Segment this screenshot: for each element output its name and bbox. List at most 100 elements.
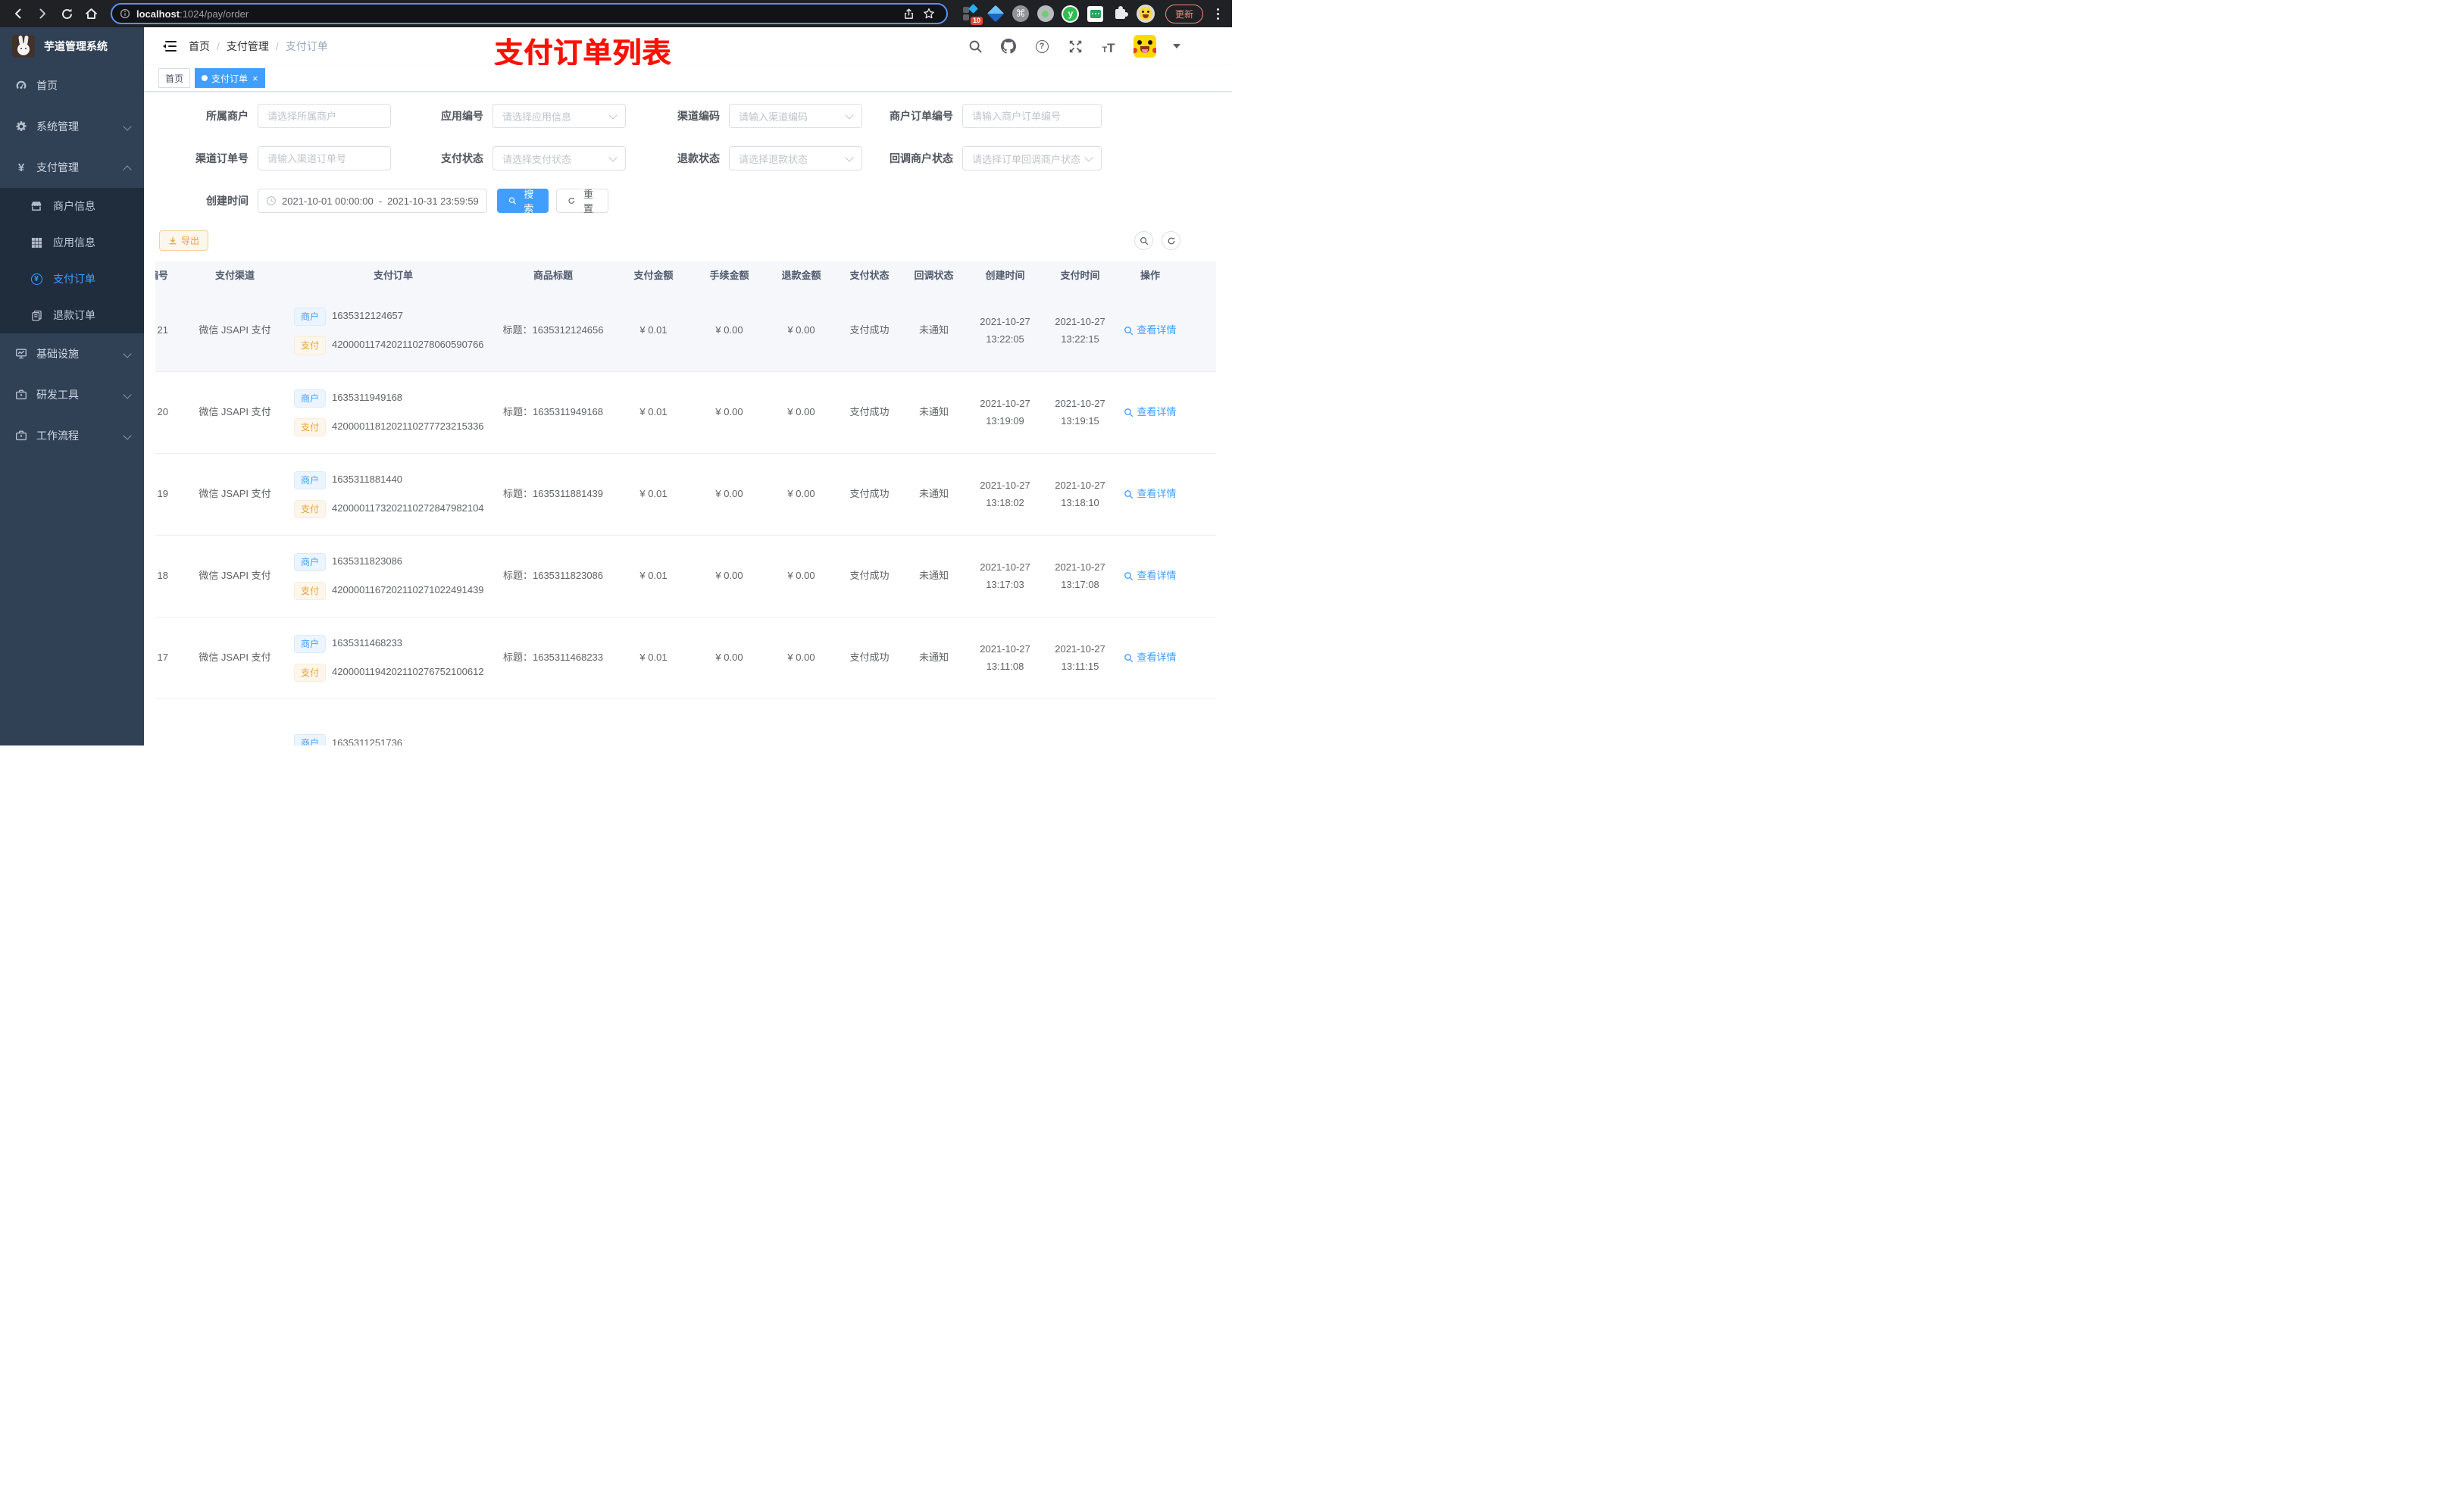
cell-fee: ¥ 0.00 [715, 406, 743, 418]
back-icon[interactable] [8, 3, 29, 24]
view-detail-link[interactable]: 查看详情 [1124, 567, 1177, 584]
sidebar-item-infrastructure[interactable]: 基础设施 [0, 333, 144, 374]
sidebar-item-workflow[interactable]: 工作流程 [0, 415, 144, 456]
sidebar-item-label: 商户信息 [53, 200, 95, 212]
date-separator: - [378, 195, 383, 207]
date-range-picker[interactable]: 2021-10-01 00:00:00 - 2021-10-31 23:59:5… [258, 189, 487, 213]
home-icon[interactable] [80, 3, 102, 24]
chevron-down-icon [123, 431, 132, 440]
bookmark-star-icon[interactable] [919, 4, 939, 23]
browser-menu-icon[interactable] [1211, 3, 1224, 24]
table-row[interactable]: 21 微信 JSAPI 支付 商户 1635312124657 支付 4200001… [155, 290, 1216, 372]
search-icon [1124, 408, 1134, 417]
url-path: :1024/pay/order [180, 8, 249, 20]
share-icon[interactable] [899, 4, 919, 23]
sidebar-item-payment[interactable]: ¥ 支付管理 [0, 147, 144, 188]
table-row[interactable]: 18 微信 JSAPI 支付 商户 1635311823086 支付 4200001… [155, 536, 1216, 617]
sidebar-item-refund-order[interactable]: 退款订单 [0, 297, 144, 333]
github-icon[interactable] [1000, 38, 1017, 55]
sidebar-item-label: 应用信息 [53, 236, 95, 248]
col-order: 支付订单 [373, 269, 413, 281]
refund-status-select[interactable]: 请选择退款状态 [729, 146, 862, 170]
chevron-down-icon [123, 349, 132, 358]
cell-action: 查看详情 [1116, 567, 1184, 584]
cell-amount: ¥ 0.01 [639, 570, 668, 582]
sidebar-item-pay-order[interactable]: ¥ 支付订单 [0, 261, 144, 297]
fullscreen-icon[interactable] [1067, 38, 1083, 55]
view-detail-link[interactable]: 查看详情 [1124, 404, 1177, 420]
toggle-search-button[interactable] [1134, 231, 1153, 250]
channel-code-select[interactable]: 请输入渠道编码 [729, 104, 862, 128]
export-button[interactable]: 导出 [159, 230, 209, 251]
pay-status-select[interactable]: 请选择支付状态 [492, 146, 626, 170]
url-text: localhost:1024/pay/order [136, 8, 899, 20]
merchant-input-field[interactable] [267, 110, 381, 122]
logo[interactable]: 芋道管理系统 [0, 27, 144, 65]
font-size-icon[interactable]: TT [1100, 38, 1117, 55]
browser-update-button[interactable]: 更新 [1165, 4, 1203, 23]
sidebar-item-devtools[interactable]: 研发工具 [0, 374, 144, 415]
tag-close-icon[interactable]: × [252, 73, 258, 83]
view-detail-link[interactable]: 查看详情 [1124, 486, 1177, 502]
merchant-order-no-input[interactable] [962, 104, 1102, 128]
extension-badge: 10 [970, 17, 983, 25]
tag-pay-order[interactable]: 支付订单 × [195, 68, 265, 88]
extension-y-icon[interactable]: y [1062, 5, 1080, 23]
reset-button[interactable]: 重置 [556, 189, 609, 214]
avatar[interactable] [1134, 35, 1156, 58]
merchant-input[interactable] [258, 104, 391, 128]
app-select[interactable]: 请选择应用信息 [492, 104, 626, 128]
search-icon[interactable] [967, 38, 983, 55]
table-row[interactable]: 17 微信 JSAPI 支付 商户 1635311468233 支付 4200001… [155, 617, 1216, 699]
extension-kite-icon[interactable] [987, 5, 1005, 23]
cell-order: 商户 1635311468233 支付 4200001194202110276752… [288, 634, 492, 682]
sidebar-item-home[interactable]: 首页 [0, 65, 144, 106]
table-row[interactable]: 19 微信 JSAPI 支付 商户 1635311881440 支付 4200001… [155, 454, 1216, 536]
pay-tag: 支付 [294, 336, 327, 355]
extension-puzzle-icon[interactable] [1112, 5, 1130, 23]
callback-status-select[interactable]: 请选择订单回调商户状态 [962, 146, 1102, 170]
cell-id: 19 [157, 488, 168, 500]
chevron-down-icon [845, 152, 854, 162]
channel-order-no-field[interactable] [267, 152, 381, 164]
gear-icon [15, 120, 27, 133]
cell-amount: ¥ 0.01 [639, 324, 668, 336]
grid-icon [30, 236, 42, 248]
help-icon[interactable]: ? [1033, 38, 1050, 55]
pay-order-no: 4200001181202110277723215336 [332, 420, 484, 433]
extension-layers-icon[interactable]: 10 [962, 4, 983, 25]
chevron-down-icon [123, 390, 132, 399]
breadcrumb-payment[interactable]: 支付管理 [227, 39, 269, 54]
extension-record-icon[interactable] [1037, 5, 1055, 23]
site-info-icon[interactable] [120, 8, 130, 19]
search-button[interactable]: 搜索 [496, 189, 549, 214]
active-dot [202, 75, 208, 81]
avatar-caret-icon[interactable] [1173, 44, 1180, 48]
url-bar[interactable]: localhost:1024/pay/order [111, 3, 948, 24]
sidebar-item-merchant-info[interactable]: 商户信息 [0, 188, 144, 224]
content: 所属商户 应用编号 请选择应用信息 渠道编码 请输入渠道编码 商户订单编号 [144, 91, 1232, 746]
sidebar-item-app-info[interactable]: 应用信息 [0, 224, 144, 261]
breadcrumb-home[interactable]: 首页 [189, 39, 210, 54]
view-detail-link[interactable]: 查看详情 [1124, 649, 1177, 666]
table-row-partial[interactable]: 商户 1635311251736 [155, 699, 1216, 746]
sidebar-item-system[interactable]: 系统管理 [0, 106, 144, 147]
view-detail-link[interactable]: 查看详情 [1124, 322, 1177, 339]
search-icon [1124, 654, 1134, 663]
sidebar-item-label: 支付管理 [36, 161, 79, 173]
forward-icon[interactable] [32, 3, 53, 24]
reload-icon[interactable] [56, 3, 77, 24]
extension-emoji-icon[interactable] [1136, 5, 1155, 23]
extension-command-icon[interactable]: ⌘ [1012, 5, 1030, 23]
table: 编号 支付渠道 支付订单 商品标题 支付金额 手续金额 退款金额 支付状态 回调… [155, 261, 1232, 746]
clock-icon [266, 195, 277, 206]
sidebar-collapse-icon[interactable] [163, 40, 177, 52]
merchant-order-no-field[interactable] [972, 110, 1092, 122]
refresh-table-button[interactable] [1162, 231, 1180, 250]
col-refund: 退款金额 [781, 269, 821, 281]
channel-order-no-input[interactable] [258, 146, 391, 170]
tag-home[interactable]: 首页 [158, 68, 191, 88]
sidebar-item-label: 基础设施 [36, 348, 79, 360]
table-row[interactable]: 20 微信 JSAPI 支付 商户 1635311949168 支付 4200001… [155, 372, 1216, 454]
extension-chat-icon[interactable] [1087, 5, 1105, 23]
